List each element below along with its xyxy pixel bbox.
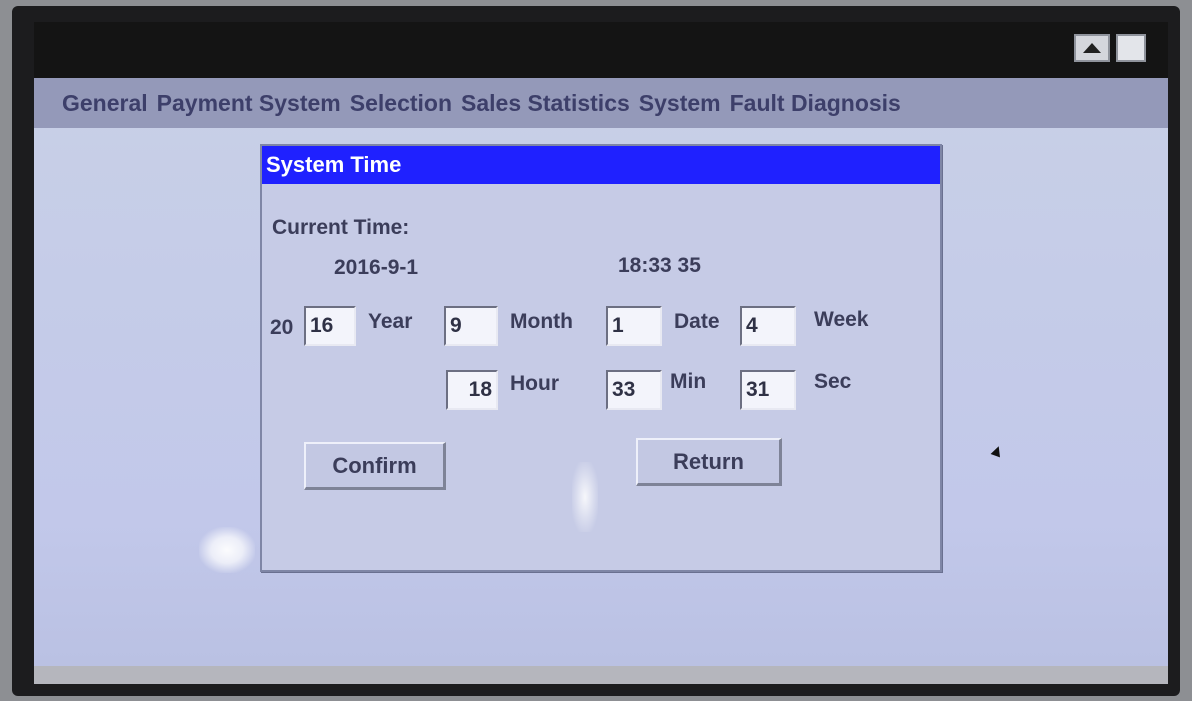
- square-icon[interactable]: [1116, 34, 1146, 62]
- hour-field[interactable]: 18: [446, 370, 498, 410]
- month-field[interactable]: 9: [444, 306, 498, 346]
- menu-item-sales-statistics[interactable]: Sales Statistics: [461, 90, 630, 117]
- screen: General Payment System Selection Sales S…: [34, 22, 1168, 684]
- date-label: Date: [674, 310, 720, 333]
- sec-label: Sec: [814, 370, 852, 393]
- menu-item-system[interactable]: System: [639, 90, 721, 117]
- bottom-strip: [34, 666, 1168, 684]
- triangle-up-icon: [1083, 43, 1101, 53]
- scroll-up-button[interactable]: [1074, 34, 1110, 62]
- current-time-label: Current Time:: [272, 216, 410, 239]
- confirm-button[interactable]: Confirm: [304, 442, 446, 490]
- return-button[interactable]: Return: [636, 438, 782, 486]
- top-bar: [34, 22, 1168, 78]
- current-clock-value: 18:33 35: [618, 254, 701, 277]
- date-field[interactable]: 1: [606, 306, 662, 346]
- month-label: Month: [510, 310, 573, 333]
- hour-label: Hour: [510, 372, 559, 395]
- menu-item-fault-diagnosis[interactable]: Fault Diagnosis: [730, 90, 901, 117]
- screen-glare: [199, 527, 255, 573]
- year-label: Year: [368, 310, 413, 333]
- year-field[interactable]: 16: [304, 306, 356, 346]
- current-date-value: 2016-9-1: [334, 256, 419, 279]
- pointer-cursor-icon: [990, 444, 1004, 458]
- menu-item-general[interactable]: General: [62, 90, 148, 117]
- week-label: Week: [814, 308, 869, 331]
- dialog-title: System Time: [262, 146, 940, 184]
- menu-item-selection[interactable]: Selection: [350, 90, 452, 117]
- min-label: Min: [670, 370, 707, 393]
- sec-field[interactable]: 31: [740, 370, 796, 410]
- week-field[interactable]: 4: [740, 306, 796, 346]
- min-field[interactable]: 33: [606, 370, 662, 410]
- menu-bar: General Payment System Selection Sales S…: [34, 78, 1168, 128]
- menu-item-payment-system[interactable]: Payment System: [157, 90, 341, 117]
- year-prefix-label: 20: [270, 316, 294, 339]
- system-time-dialog: System Time Current Time: 2016-9-1 18:33…: [260, 144, 942, 572]
